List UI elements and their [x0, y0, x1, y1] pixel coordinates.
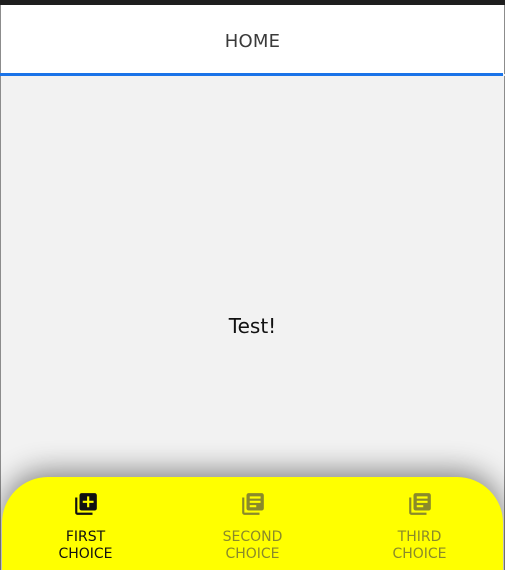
tab-home[interactable]: HOME: [1, 5, 504, 74]
nav-label-second-choice: SECOND CHOICE: [222, 529, 283, 562]
tab-home-label: HOME: [224, 30, 281, 52]
nav-item-third-choice[interactable]: THIRD CHOICE: [336, 477, 503, 570]
app-window: HOME Test! FIRST CHOICE SECOND CHOICE TH…: [0, 0, 505, 570]
tab-bar: HOME: [0, 5, 505, 74]
library-books-icon: [241, 493, 264, 515]
nav-label-third-choice: THIRD CHOICE: [392, 529, 447, 562]
bottom-navigation-bar: FIRST CHOICE SECOND CHOICE THIRD CHOICE: [2, 477, 503, 570]
library-books-icon: [408, 493, 431, 515]
nav-item-second-choice[interactable]: SECOND CHOICE: [169, 477, 336, 570]
nav-label-first-choice: FIRST CHOICE: [58, 529, 113, 562]
library-add-icon: [74, 493, 97, 515]
content-text: Test!: [228, 314, 277, 338]
nav-item-first-choice[interactable]: FIRST CHOICE: [2, 477, 169, 570]
